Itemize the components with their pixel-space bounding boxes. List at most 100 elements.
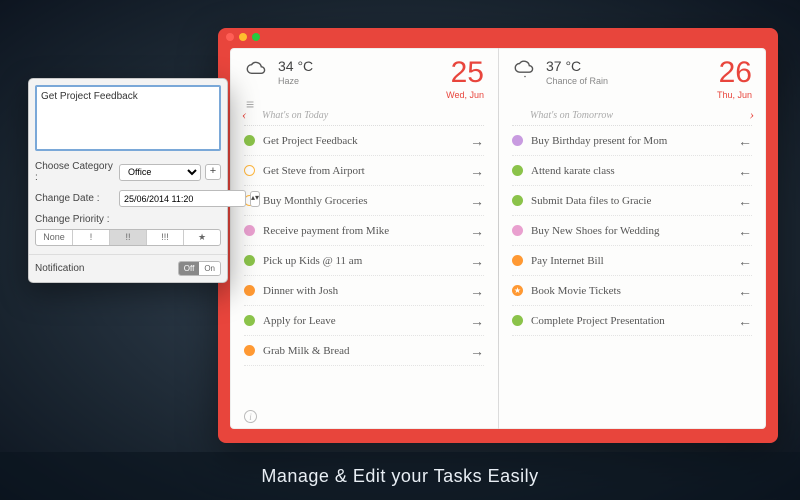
task-row[interactable]: Pick up Kids @ 11 am → [244, 246, 484, 276]
task-label: Apply for Leave [263, 315, 336, 327]
priority-option[interactable]: !! [110, 230, 147, 245]
task-row[interactable]: Buy New Shoes for Wedding ← [512, 216, 752, 246]
defer-arrow-icon[interactable]: → [470, 283, 484, 299]
next-day-button[interactable]: › [749, 108, 754, 124]
window-controls [226, 33, 260, 41]
task-label: Dinner with Josh [263, 285, 338, 297]
caption-text: Manage & Edit your Tasks Easily [261, 466, 538, 487]
section-header-today: ‹ What's on Today [244, 106, 484, 126]
task-row[interactable]: Grab Milk & Bread → [244, 336, 484, 366]
toggle-on[interactable]: On [199, 262, 220, 275]
category-dot-icon [244, 255, 255, 266]
category-dot-icon [244, 345, 255, 356]
category-dot-icon [512, 315, 523, 326]
date-number-tomorrow: 26 [717, 58, 752, 88]
priority-segmented[interactable]: None!!!!!!★ [35, 229, 221, 246]
category-dot-icon [512, 135, 523, 146]
zoom-icon[interactable] [252, 33, 260, 41]
date-input[interactable] [119, 190, 246, 207]
condition-tomorrow: Chance of Rain [546, 76, 608, 86]
date-label: Change Date : [35, 193, 115, 204]
task-label: Grab Milk & Bread [263, 345, 349, 357]
task-row[interactable]: Buy Birthday present for Mom← [512, 126, 752, 156]
task-row[interactable]: Complete Project Presentation← [512, 306, 752, 336]
temp-today: 34 °C [278, 58, 313, 74]
caption-bar: Manage & Edit your Tasks Easily [0, 452, 800, 500]
planner-book: 34 °C Haze 25 Wed, Jun ≡ ‹ What's on Tod… [230, 48, 766, 429]
defer-arrow-icon[interactable]: → [470, 163, 484, 179]
category-dot-icon [512, 195, 523, 206]
date-number-today: 25 [446, 58, 484, 88]
edit-task-panel: Get Project Feedback Choose Category : O… [28, 78, 228, 283]
task-row[interactable]: Dinner with Josh → [244, 276, 484, 306]
date-label-today: Wed, Jun [446, 90, 484, 100]
divider [29, 254, 227, 255]
category-dot-icon: ★ [512, 285, 523, 296]
task-label: Attend karate class [531, 165, 615, 177]
task-row[interactable]: Buy Monthly Groceries → [244, 186, 484, 216]
task-row[interactable]: Get Project Feedback → [244, 126, 484, 156]
page-today: 34 °C Haze 25 Wed, Jun ≡ ‹ What's on Tod… [230, 48, 498, 429]
priority-option[interactable]: None [36, 230, 73, 245]
category-dot-icon [244, 135, 255, 146]
task-label: Receive payment from Mike [263, 225, 389, 237]
task-label: Book Movie Tickets [531, 285, 621, 297]
priority-option[interactable]: ★ [184, 230, 220, 245]
task-row[interactable]: Submit Data files to Gracie ← [512, 186, 752, 216]
toggle-off[interactable]: Off [179, 262, 200, 275]
defer-arrow-icon[interactable]: → [470, 313, 484, 329]
defer-arrow-icon[interactable]: → [470, 193, 484, 209]
pull-arrow-icon[interactable]: ← [738, 313, 752, 329]
task-list-tomorrow: Buy Birthday present for Mom←Attend kara… [512, 126, 752, 421]
category-dot-icon [512, 165, 523, 176]
rain-cloud-icon [512, 60, 540, 85]
pull-arrow-icon[interactable]: ← [738, 253, 752, 269]
category-dot-icon [512, 255, 523, 266]
date-stepper[interactable]: ▴▾ [250, 191, 260, 207]
task-label: Submit Data files to Gracie [531, 195, 651, 207]
defer-arrow-icon[interactable]: → [470, 133, 484, 149]
pull-arrow-icon[interactable]: ← [738, 163, 752, 179]
category-dot-icon [244, 315, 255, 326]
page-tomorrow: 37 °C Chance of Rain 26 Thu, Jun What's … [498, 48, 766, 429]
pull-arrow-icon[interactable]: ← [738, 193, 752, 209]
category-dot-icon [244, 285, 255, 296]
task-row[interactable]: ★ Book Movie Tickets ← [512, 276, 752, 306]
pull-arrow-icon[interactable]: ← [738, 223, 752, 239]
planner-window: 34 °C Haze 25 Wed, Jun ≡ ‹ What's on Tod… [218, 28, 778, 443]
prev-day-button[interactable]: ‹ [242, 108, 247, 124]
notification-toggle[interactable]: Off On [178, 261, 221, 276]
defer-arrow-icon[interactable]: → [470, 223, 484, 239]
category-select[interactable]: Office [119, 164, 201, 181]
priority-option[interactable]: ! [73, 230, 110, 245]
task-label: Get Steve from Airport [263, 165, 365, 177]
close-icon[interactable] [226, 33, 234, 41]
pull-arrow-icon[interactable]: ← [738, 133, 752, 149]
header-text-today: What's on Today [262, 110, 328, 121]
task-row[interactable]: Pay Internet Bill ← [512, 246, 752, 276]
info-icon[interactable]: i [244, 410, 257, 423]
task-label: Pay Internet Bill [531, 255, 604, 267]
header-text-tomorrow: What's on Tomorrow [530, 110, 613, 121]
category-dot-icon [244, 165, 255, 176]
task-label: Buy Monthly Groceries [263, 195, 367, 207]
task-label: Buy New Shoes for Wedding [531, 225, 659, 237]
task-row[interactable]: Receive payment from Mike → [244, 216, 484, 246]
task-label: Pick up Kids @ 11 am [263, 255, 362, 267]
minimize-icon[interactable] [239, 33, 247, 41]
pull-arrow-icon[interactable]: ← [738, 283, 752, 299]
defer-arrow-icon[interactable]: → [470, 343, 484, 359]
section-header-tomorrow: What's on Tomorrow › [512, 106, 752, 126]
category-label: Choose Category : [35, 161, 115, 183]
priority-option[interactable]: !!! [147, 230, 184, 245]
add-category-button[interactable]: + [205, 164, 221, 180]
task-title-input[interactable]: Get Project Feedback [35, 85, 221, 151]
task-label: Get Project Feedback [263, 135, 358, 147]
task-row[interactable]: Get Steve from Airport → [244, 156, 484, 186]
date-label-tomorrow: Thu, Jun [717, 90, 752, 100]
task-row[interactable]: Apply for Leave → [244, 306, 484, 336]
cloud-icon [244, 60, 272, 83]
defer-arrow-icon[interactable]: → [470, 253, 484, 269]
notification-label: Notification [35, 263, 84, 274]
task-row[interactable]: Attend karate class ← [512, 156, 752, 186]
